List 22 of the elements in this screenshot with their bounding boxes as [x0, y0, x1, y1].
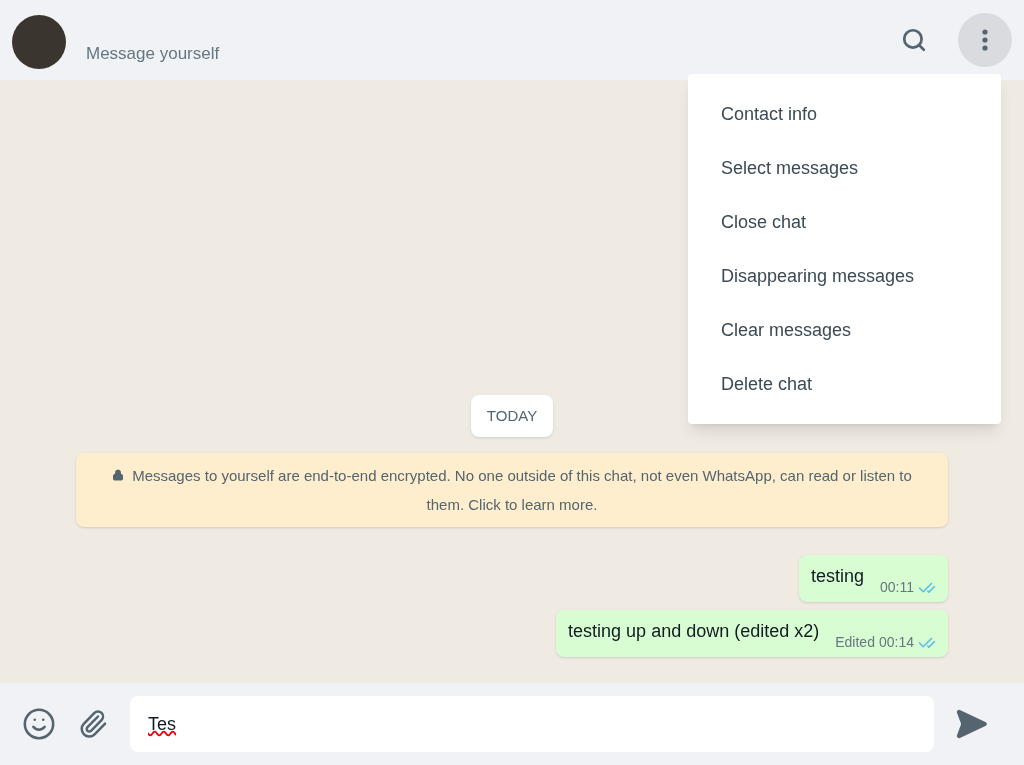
paperclip-icon[interactable] — [78, 709, 108, 739]
date-chip: TODAY — [470, 394, 554, 437]
chat-title: Message yourself — [86, 43, 220, 66]
emoji-icon[interactable] — [22, 707, 56, 741]
menu-item[interactable]: Clear messages — [688, 303, 1001, 357]
lock-icon — [112, 469, 125, 482]
menu-item[interactable]: Contact info — [688, 87, 1001, 141]
menu-item[interactable]: Disappearing messages — [688, 249, 1001, 303]
message-input-field[interactable]: Tes — [130, 696, 934, 752]
encryption-notice[interactable]: Messages to yourself are end-to-end encrypted. No one outside of this chat, not even WhatsApp, can read or listen to them. Click to learn more. — [76, 453, 948, 527]
send-icon[interactable] — [954, 707, 988, 741]
edited-label: Edited — [835, 633, 875, 652]
avatar[interactable] — [12, 15, 66, 69]
message-time: 00:14 — [878, 633, 914, 652]
message-time: 00:11 — [880, 578, 914, 597]
menu-item[interactable]: Select messages — [688, 141, 1001, 195]
menu-item[interactable]: Delete chat — [688, 357, 1001, 411]
message-text: testing up and down (edited x2) — [568, 620, 820, 643]
message-text: testing — [810, 565, 864, 588]
menu-item[interactable]: Close chat — [688, 195, 1001, 249]
more-options-icon — [982, 29, 988, 51]
search-icon — [901, 27, 927, 53]
